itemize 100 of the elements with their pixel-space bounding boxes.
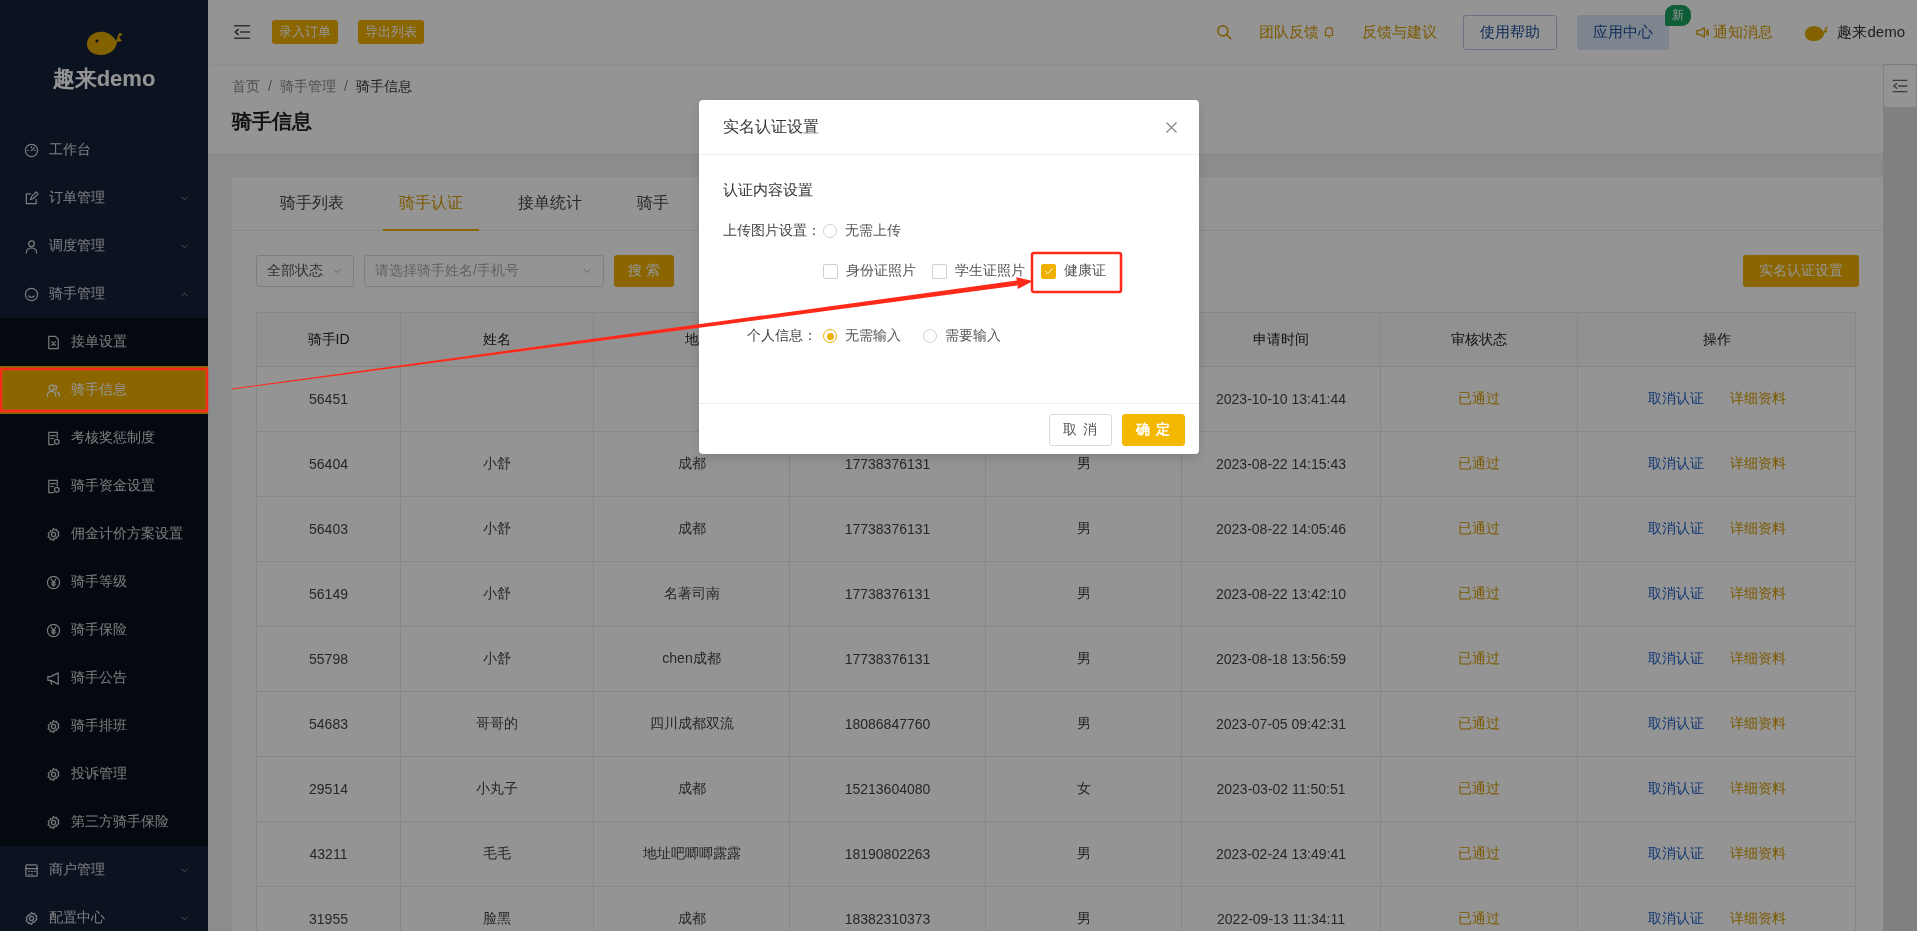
yen-icon <box>46 622 61 638</box>
column-header: 姓名 <box>400 312 594 367</box>
sidebar-item[interactable]: 调度管理 <box>0 222 208 270</box>
table-cell: 43211 <box>256 821 401 887</box>
submenu-item[interactable]: 佣金计价方案设置 <box>0 510 208 558</box>
details-link[interactable]: 详细资料 <box>1729 845 1786 863</box>
details-link[interactable]: 详细资料 <box>1729 780 1786 798</box>
checkbox-option[interactable]: 健康证 <box>1041 262 1106 280</box>
table-cell: 四川成都双流 <box>593 691 790 757</box>
breadcrumb-separator: / <box>268 78 272 96</box>
details-link[interactable]: 详细资料 <box>1729 390 1786 408</box>
submenu-item[interactable]: 骑手等级 <box>0 558 208 606</box>
table-cell: 2023-08-18 13:56:59 <box>1181 626 1381 692</box>
list-icon <box>1891 77 1909 95</box>
breadcrumb-link[interactable]: 首页 <box>232 78 260 96</box>
tab[interactable]: 骑手 <box>621 177 685 231</box>
breadcrumb-link[interactable]: 骑手信息 <box>355 78 412 96</box>
gear-icon <box>46 814 61 830</box>
submenu-item[interactable]: 骑手保险 <box>0 606 208 654</box>
status-cell: 已通过 <box>1380 561 1578 627</box>
form-icon <box>46 430 61 446</box>
table-cell: 2023-08-22 13:42:10 <box>1181 561 1381 627</box>
gear-icon <box>24 910 39 926</box>
cancel-button[interactable]: 取 消 <box>1049 414 1113 446</box>
form-icon <box>46 478 61 494</box>
submenu-item[interactable]: 考核奖惩制度 <box>0 414 208 462</box>
status-cell: 已通过 <box>1380 821 1578 887</box>
status-cell: 已通过 <box>1380 496 1578 562</box>
cancel-verification-link[interactable]: 取消认证 <box>1647 390 1704 408</box>
table-cell: 2023-02-24 13:49:41 <box>1181 821 1381 887</box>
checkbox-option[interactable]: 学生证照片 <box>932 262 1025 280</box>
table-cell: 17738376131 <box>789 496 986 562</box>
nav-link[interactable]: 团队反馈 <box>1259 22 1337 42</box>
cancel-verification-link[interactable]: 取消认证 <box>1647 715 1704 733</box>
close-icon[interactable] <box>1164 119 1179 135</box>
table-cell: 小舒 <box>400 431 594 497</box>
table-cell: 2023-07-05 09:42:31 <box>1181 691 1381 757</box>
radio-option[interactable]: 需要输入 <box>923 327 1001 345</box>
sidebar-item[interactable]: 商户管理 <box>0 846 208 894</box>
submenu-item[interactable]: 骑手资金设置 <box>0 462 208 510</box>
table-cell: 2023-03-02 11:50:51 <box>1181 756 1381 822</box>
checkbox[interactable] <box>1041 263 1056 279</box>
details-link[interactable]: 详细资料 <box>1729 585 1786 603</box>
checkbox[interactable] <box>932 263 947 279</box>
check-icon <box>1042 265 1055 277</box>
table-cell: 名著司南 <box>593 561 790 627</box>
cancel-verification-link[interactable]: 取消认证 <box>1647 455 1704 473</box>
table-cell: 15213604080 <box>789 756 986 822</box>
sidebar-item[interactable]: 配置中心 <box>0 894 208 931</box>
edit-icon <box>24 190 39 206</box>
submenu-item[interactable]: 接单设置 <box>0 318 208 366</box>
submenu-item[interactable]: 骑手排班 <box>0 702 208 750</box>
table-cell: 男 <box>985 691 1182 757</box>
search-icon <box>1215 23 1234 41</box>
register-icon <box>24 862 39 878</box>
cancel-verification-link[interactable]: 取消认证 <box>1647 910 1704 928</box>
submenu-item[interactable]: 投诉管理 <box>0 750 208 798</box>
table-cell: 54683 <box>256 691 401 757</box>
tab[interactable]: 接单统计 <box>502 177 598 231</box>
checkbox[interactable] <box>823 263 838 279</box>
breadcrumb-link[interactable]: 骑手管理 <box>279 78 336 96</box>
submenu-item[interactable]: 骑手公告 <box>0 654 208 702</box>
nav-link[interactable]: 反馈与建议 <box>1362 22 1438 42</box>
table-cell: 哥哥的 <box>400 691 594 757</box>
radio-option[interactable]: 无需输入 <box>823 327 901 345</box>
table-cell: 成都 <box>593 756 790 822</box>
speaker-icon <box>1695 24 1711 40</box>
table-cell: 56404 <box>256 431 401 497</box>
table-cell: 56149 <box>256 561 401 627</box>
tab[interactable]: 骑手列表 <box>264 177 360 231</box>
app-center-button[interactable]: 应用中心 <box>1577 14 1670 50</box>
tab[interactable]: 骑手认证 <box>383 177 479 231</box>
cancel-verification-link[interactable]: 取消认证 <box>1647 650 1704 668</box>
table-cell: chen成都 <box>593 626 790 692</box>
sidebar-item[interactable]: 骑手管理 <box>0 270 208 318</box>
megaphone-icon <box>46 670 61 686</box>
cancel-verification-link[interactable]: 取消认证 <box>1647 585 1704 603</box>
details-link[interactable]: 详细资料 <box>1729 455 1786 473</box>
status-select[interactable]: 全部状态 <box>256 255 354 287</box>
sidebar-item[interactable]: 工作台 <box>0 126 208 174</box>
menu-fold-icon <box>232 22 252 42</box>
details-link[interactable]: 详细资料 <box>1729 910 1786 928</box>
user-name[interactable]: 趣来demo <box>1837 22 1905 42</box>
checkbox-option[interactable]: 身份证照片 <box>823 262 916 280</box>
cancel-verification-link[interactable]: 取消认证 <box>1647 845 1704 863</box>
details-link[interactable]: 详细资料 <box>1729 650 1786 668</box>
gear-icon <box>46 718 61 734</box>
notification-link[interactable]: 通知消息 <box>1695 22 1774 42</box>
table-cell: 17738376131 <box>789 626 986 692</box>
details-link[interactable]: 详细资料 <box>1729 715 1786 733</box>
sidebar-item[interactable]: 订单管理 <box>0 174 208 222</box>
details-link[interactable]: 详细资料 <box>1729 520 1786 538</box>
radio-option[interactable]: 无需上传 <box>823 222 901 240</box>
status-cell: 已通过 <box>1380 756 1578 822</box>
users-icon <box>46 382 61 398</box>
cancel-verification-link[interactable]: 取消认证 <box>1647 780 1704 798</box>
help-button[interactable]: 使用帮助 <box>1463 14 1558 50</box>
panel-toggle-button[interactable] <box>1883 64 1917 108</box>
submenu-item[interactable]: 第三方骑手保险 <box>0 798 208 846</box>
cancel-verification-link[interactable]: 取消认证 <box>1647 520 1704 538</box>
